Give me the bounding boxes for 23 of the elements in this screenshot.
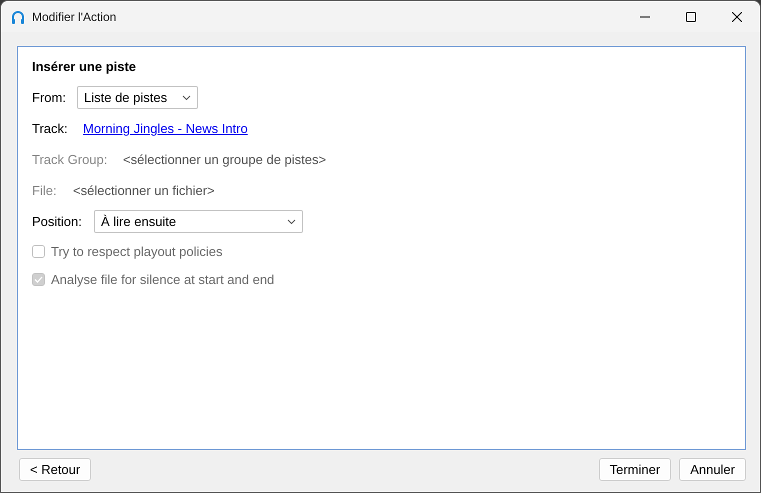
field-label: Track Group:	[32, 152, 108, 167]
checkbox-label: Try to respect playout policies	[51, 244, 222, 258]
field-label: File:	[32, 183, 58, 198]
field-label: Track:	[32, 121, 69, 136]
cancel-button[interactable]: Annuler	[679, 458, 746, 481]
close-icon	[732, 12, 742, 22]
section-title: Insérer une piste	[32, 59, 138, 74]
check-icon	[34, 276, 43, 282]
track-link[interactable]: Morning Jingles - News Intro	[83, 121, 248, 136]
chevron-down-icon	[182, 94, 191, 100]
back-button[interactable]: < Retour	[19, 458, 92, 481]
position-dropdown[interactable]: À lire ensuite	[94, 210, 303, 233]
window-title: Modifier l'Action	[32, 10, 118, 24]
field-value: <sélectionner un fichier>	[73, 183, 215, 198]
field-label: From:	[32, 90, 67, 105]
checkbox-label: Analyse file for silence at start and end	[51, 272, 274, 286]
headphones-icon	[10, 8, 26, 24]
chevron-down-icon	[287, 218, 296, 224]
finish-button[interactable]: Terminer	[598, 458, 672, 481]
source-dropdown[interactable]: Liste de pistes	[77, 86, 198, 109]
field-label: Position:	[32, 214, 83, 229]
maximize-icon	[686, 12, 696, 22]
field-value: <sélectionner un groupe de pistes>	[123, 152, 326, 167]
